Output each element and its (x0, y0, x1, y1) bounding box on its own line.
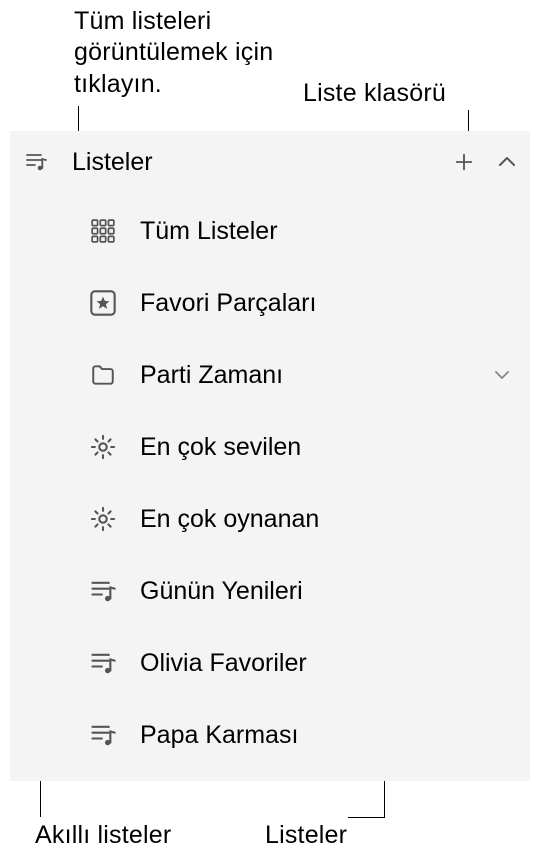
star-box-icon (88, 288, 118, 318)
item-label: En çok sevilen (140, 433, 510, 462)
sidebar-item-folder[interactable]: Parti Zamanı (10, 339, 530, 411)
sidebar-item-playlist[interactable]: Papa Karması (10, 699, 530, 771)
grid-icon (88, 216, 118, 246)
callout-folder: Liste klasörü (303, 78, 503, 109)
item-label: Tüm Listeler (140, 217, 510, 246)
playlist-icon (88, 576, 118, 606)
sidebar-item-smart-most-played[interactable]: En çok oynanan (10, 483, 530, 555)
sidebar-item-playlist[interactable]: Günün Yenileri (10, 555, 530, 627)
add-playlist-button[interactable] (450, 148, 478, 176)
item-label: Günün Yenileri (140, 577, 510, 606)
sidebar-item-all-lists[interactable]: Tüm Listeler (10, 195, 530, 267)
callout-all-lists: Tüm listeleri görüntülemek için tıklayın… (74, 6, 274, 100)
callout-playlists: Listeler (265, 820, 347, 851)
playlist-icon (88, 720, 118, 750)
playlist-icon (88, 648, 118, 678)
playlists-sidebar: Listeler (10, 131, 530, 781)
gear-icon (88, 504, 118, 534)
item-label: Favori Parçaları (140, 289, 510, 318)
sidebar-items: Tüm Listeler Favori Parçaları Parti Zama… (10, 189, 530, 777)
callout-smart-lists: Akıllı listeler (35, 820, 171, 851)
sidebar-item-smart-most-loved[interactable]: En çok sevilen (10, 411, 530, 483)
sidebar-header: Listeler (10, 131, 530, 189)
sidebar-item-favorites[interactable]: Favori Parçaları (10, 267, 530, 339)
sidebar-item-playlist[interactable]: Olivia Favoriler (10, 627, 530, 699)
item-label: Parti Zamanı (140, 361, 494, 390)
item-label: En çok oynanan (140, 505, 510, 534)
chevron-down-icon[interactable] (494, 370, 510, 380)
item-label: Olivia Favoriler (140, 649, 510, 678)
collapse-icon[interactable] (498, 156, 516, 168)
item-label: Papa Karması (140, 721, 510, 750)
gear-icon (88, 432, 118, 462)
folder-icon (88, 360, 118, 390)
callout-line (348, 817, 385, 818)
sidebar-title: Listeler (72, 148, 450, 177)
playlist-icon (24, 150, 48, 174)
